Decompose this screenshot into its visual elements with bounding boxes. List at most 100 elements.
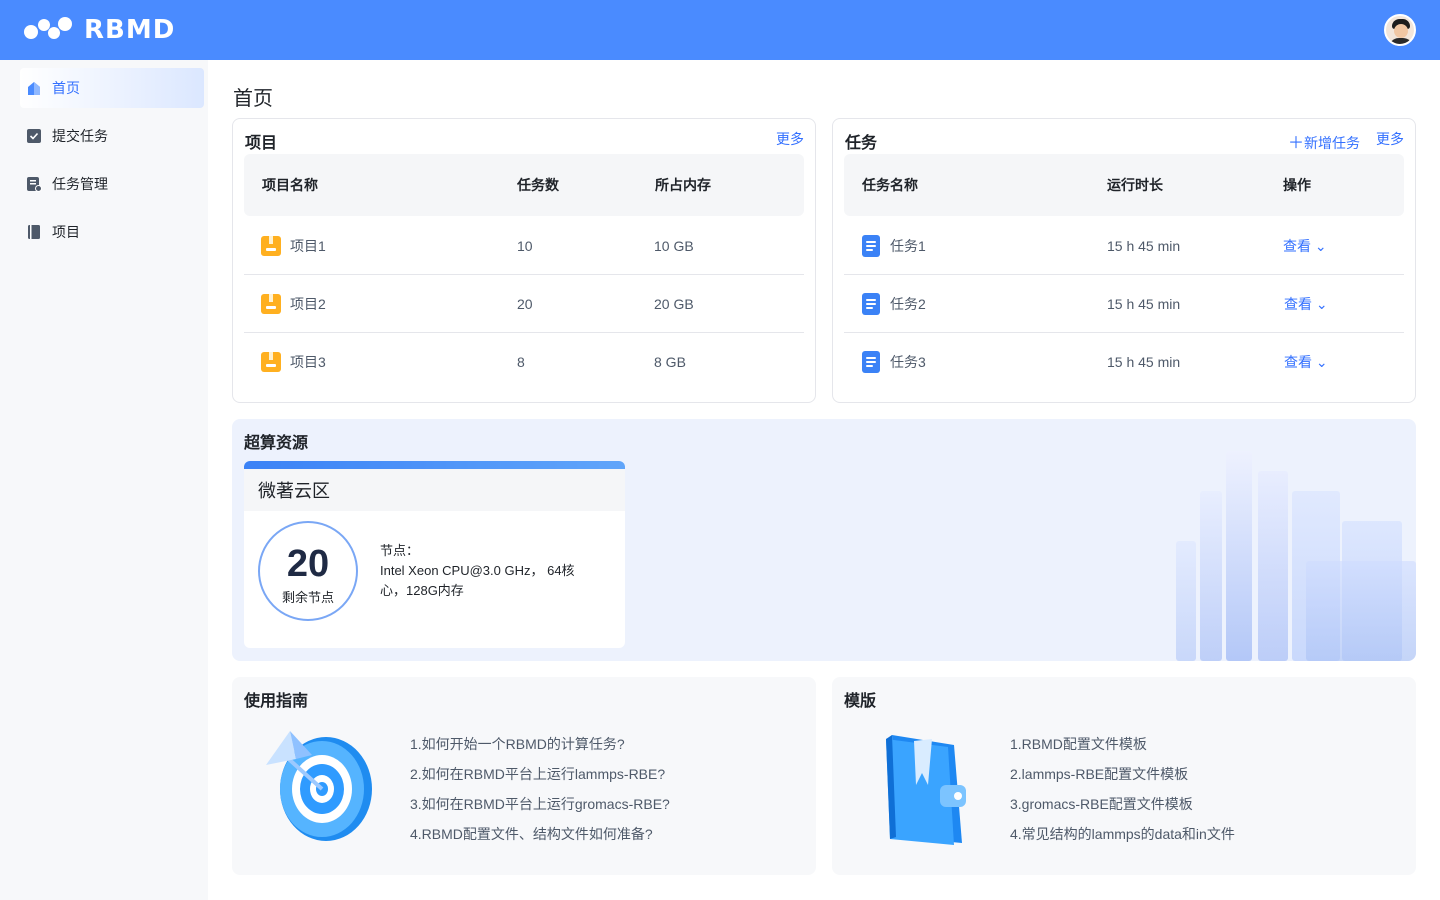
templates-list: 1.RBMD配置文件模板 2.lammps-RBE配置文件模板 3.gromac… <box>1010 733 1235 853</box>
document-icon <box>862 292 880 315</box>
project-name: 项目3 <box>290 354 326 370</box>
logo-mark-icon <box>24 15 78 45</box>
table-row[interactable]: 任务3 15 h 45 min 查看 ⌄ <box>844 333 1404 391</box>
avatar[interactable] <box>1384 14 1416 46</box>
logo[interactable]: RBMD <box>24 15 175 45</box>
projects-table-header: 项目名称 任务数 所占内存 <box>244 154 804 216</box>
column-header: 运行时长 <box>1107 177 1163 193</box>
project-memory: 20 GB <box>654 295 694 312</box>
project-tasks: 10 <box>517 237 533 254</box>
sidebar-item-label: 提交任务 <box>52 128 108 144</box>
template-link[interactable]: 1.RBMD配置文件模板 <box>1010 733 1235 763</box>
table-row[interactable]: 项目2 20 20 GB <box>244 275 804 333</box>
plus-icon: ＋ <box>1287 135 1304 152</box>
node-description: Intel Xeon CPU@3.0 GHz， 64核心，128G内存 <box>380 563 575 598</box>
document-icon <box>862 234 880 257</box>
table-row[interactable]: 任务2 15 h 45 min 查看 ⌄ <box>844 275 1404 333</box>
project-memory: 8 GB <box>654 354 686 370</box>
task-name: 任务3 <box>890 354 926 370</box>
template-link[interactable]: 3.gromacs-RBE配置文件模板 <box>1010 793 1235 823</box>
column-header: 任务名称 <box>862 177 918 193</box>
book-icon <box>26 224 42 240</box>
task-duration: 15 h 45 min <box>1107 295 1181 312</box>
project-name: 项目2 <box>290 295 326 312</box>
templates-panel: 模版 1.RBMD配置文件模板 2.lammps-RBE配置文件模板 3.gro… <box>832 677 1416 875</box>
guide-title: 使用指南 <box>244 693 309 710</box>
folder-icon <box>261 293 281 314</box>
column-header: 项目名称 <box>262 177 318 193</box>
folder-icon <box>261 235 281 256</box>
add-task-button[interactable]: ＋新增任务 <box>1288 129 1360 153</box>
guide-panel: 使用指南 1.如何开始一个RBMD的计算任务? 2.如何在RBMD平台上运行la… <box>232 677 816 875</box>
sidebar-item-label: 首页 <box>52 80 80 96</box>
sidebar-item-project[interactable]: 项目 <box>20 212 204 252</box>
remaining-nodes-label: 剩余节点 <box>281 590 334 605</box>
table-row[interactable]: 项目3 8 8 GB <box>244 333 804 391</box>
view-dropdown[interactable]: 查看 ⌄ <box>1284 294 1328 314</box>
add-task-label: 新增任务 <box>1304 135 1360 151</box>
logo-text: RBMD <box>84 15 176 45</box>
resource-card-accent <box>244 461 625 469</box>
chevron-down-icon: ⌄ <box>1315 354 1328 370</box>
chevron-down-icon: ⌄ <box>1315 295 1328 312</box>
table-row[interactable]: 任务1 15 h 45 min 查看 ⌄ <box>844 217 1404 275</box>
buildings-illustration <box>1166 437 1416 661</box>
node-label: 节点： <box>380 543 420 558</box>
sidebar-item-home[interactable]: 首页 <box>20 68 204 108</box>
resources-title: 超算资源 <box>244 435 309 452</box>
projects-more-link[interactable]: 更多 <box>776 129 804 149</box>
node-info: 节点： Intel Xeon CPU@3.0 GHz， 64核心，128G内存 <box>380 541 600 601</box>
project-memory: 10 GB <box>654 237 694 254</box>
projects-card: 项目 更多 项目名称 任务数 所占内存 项目1 10 10 GB 项目2 20 … <box>232 118 816 403</box>
column-header: 操作 <box>1283 177 1311 193</box>
home-icon <box>26 80 42 96</box>
task-duration: 15 h 45 min <box>1107 237 1181 254</box>
task-name: 任务1 <box>890 237 926 254</box>
tasks-more-link[interactable]: 更多 <box>1376 129 1404 153</box>
resource-name: 微著云区 <box>244 469 625 511</box>
remaining-nodes-count: 20 <box>286 543 330 585</box>
document-icon <box>862 351 880 373</box>
project-name: 项目1 <box>290 237 326 254</box>
resource-card[interactable]: 微著云区 20 剩余节点 节点： Intel Xeon CPU@3.0 GHz，… <box>244 461 625 648</box>
guide-link[interactable]: 4.RBMD配置文件、结构文件如何准备? <box>410 823 670 853</box>
view-label: 查看 <box>1284 295 1312 312</box>
submit-task-icon <box>26 128 42 144</box>
guide-link[interactable]: 1.如何开始一个RBMD的计算任务? <box>410 733 670 763</box>
chevron-down-icon: ⌄ <box>1314 237 1327 254</box>
sidebar-item-label: 项目 <box>52 224 80 240</box>
task-name: 任务2 <box>890 295 926 312</box>
folder-icon <box>261 352 281 372</box>
table-row[interactable]: 项目1 10 10 GB <box>244 217 804 275</box>
resources-panel: 超算资源 微著云区 20 剩余节点 节点： Intel Xeon CPU@3.0… <box>232 419 1416 661</box>
target-icon <box>262 725 382 855</box>
tasks-table-header: 任务名称 运行时长 操作 <box>844 154 1404 216</box>
task-manage-icon <box>26 176 42 192</box>
remaining-nodes-circle: 20 剩余节点 <box>258 521 358 621</box>
guide-link[interactable]: 3.如何在RBMD平台上运行gromacs-RBE? <box>410 793 670 823</box>
column-header: 所占内存 <box>655 177 711 193</box>
view-dropdown[interactable]: 查看 ⌄ <box>1283 236 1327 256</box>
tasks-title: 任务 <box>845 135 878 152</box>
view-label: 查看 <box>1284 354 1312 370</box>
templates-title: 模版 <box>844 693 877 710</box>
view-dropdown[interactable]: 查看 ⌄ <box>1284 352 1328 372</box>
sidebar-item-task-manage[interactable]: 任务管理 <box>20 164 204 204</box>
view-label: 查看 <box>1283 237 1311 254</box>
task-duration: 15 h 45 min <box>1107 354 1181 370</box>
sidebar-item-label: 任务管理 <box>52 176 108 192</box>
guide-list: 1.如何开始一个RBMD的计算任务? 2.如何在RBMD平台上运行lammps-… <box>410 733 670 853</box>
project-tasks: 8 <box>517 354 525 370</box>
top-header: RBMD <box>0 0 1440 60</box>
projects-title: 项目 <box>245 135 278 152</box>
tasks-card: 任务 ＋新增任务 更多 任务名称 运行时长 操作 任务1 15 h 45 min… <box>832 118 1416 403</box>
template-link[interactable]: 4.常见结构的lammps的data和in文件 <box>1010 823 1235 853</box>
page-title: 首页 <box>233 88 273 110</box>
guide-link[interactable]: 2.如何在RBMD平台上运行lammps-RBE? <box>410 763 670 793</box>
project-tasks: 20 <box>517 295 533 312</box>
template-link[interactable]: 2.lammps-RBE配置文件模板 <box>1010 763 1235 793</box>
notebook-icon <box>862 725 982 855</box>
sidebar-item-submit-task[interactable]: 提交任务 <box>20 116 204 156</box>
column-header: 任务数 <box>517 177 559 193</box>
sidebar: 首页 提交任务 任务管理 项目 <box>0 60 208 900</box>
